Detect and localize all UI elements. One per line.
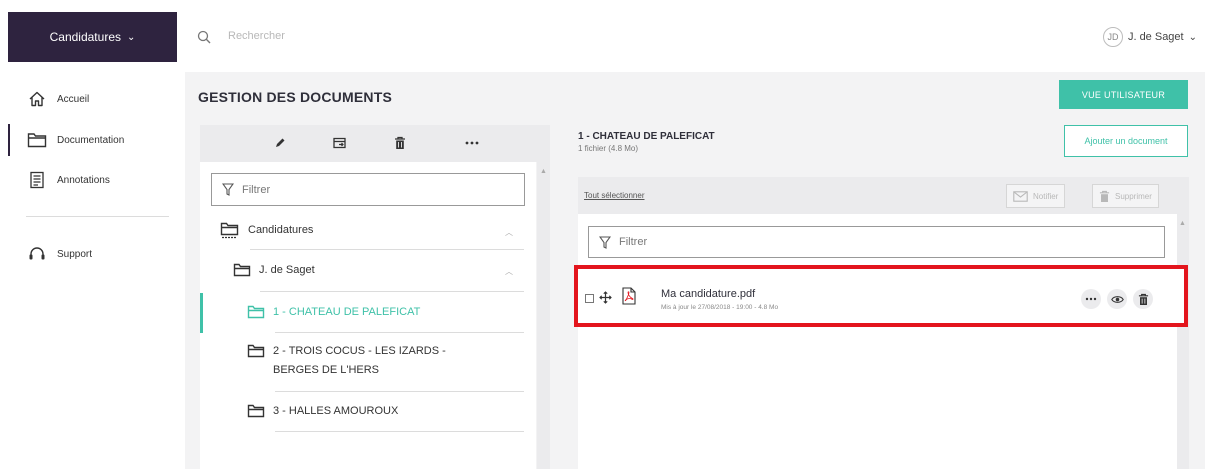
tree-node-label: 1 - CHATEAU DE PALEFICAT [273, 306, 421, 318]
select-all-link[interactable]: Tout sélectionner [584, 191, 644, 200]
selected-indicator [200, 293, 203, 333]
tree-node-chateau-de-paleficat[interactable]: 1 - CHATEAU DE PALEFICAT [247, 305, 420, 319]
document-checkbox[interactable] [585, 294, 594, 303]
tree-toolbar [200, 125, 550, 162]
envelope-icon [1013, 190, 1028, 202]
scroll-up-icon[interactable]: ▲ [540, 168, 547, 175]
tree-node-label: J. de Saget [259, 264, 315, 276]
document-name[interactable]: Ma candidature.pdf [661, 288, 755, 300]
notify-button[interactable]: Notifier [1006, 184, 1066, 208]
tree-node-halles-amouroux[interactable]: 3 - HALLES AMOUROUX [247, 404, 398, 418]
sidebar-item-label: Support [57, 248, 93, 260]
delete-selection-button[interactable]: Supprimer [1092, 184, 1159, 208]
divider [275, 332, 524, 333]
filter-icon [222, 183, 234, 196]
search-input[interactable] [228, 30, 528, 42]
divider [260, 291, 524, 292]
project-selector-label: Candidatures [49, 30, 121, 44]
pencil-icon[interactable] [270, 133, 290, 153]
divider [275, 431, 524, 432]
tree-node-trois-cocus[interactable]: 2 - TROIS COCUS - LES IZARDS - BERGES DE… [247, 344, 446, 380]
sidebar-item-accueil[interactable]: Accueil [0, 83, 185, 115]
notify-button-label: Notifier [1033, 191, 1059, 201]
delete-button-label: Supprimer [1115, 191, 1152, 201]
sidebar-item-label: Accueil [57, 93, 90, 105]
scroll-up-icon[interactable]: ▲ [1179, 220, 1186, 227]
filter-icon [599, 235, 611, 249]
notes-icon [26, 171, 48, 189]
tree-node-label-line: 2 - TROIS COCUS - LES IZARDS - [273, 345, 446, 357]
tree-filter-field[interactable] [211, 173, 525, 206]
sidebar-item-label: Annotations [57, 174, 110, 186]
trash-icon[interactable] [390, 133, 410, 153]
project-selector[interactable]: Candidatures ⌄ [8, 12, 177, 62]
folder-title: 1 - CHATEAU DE PALEFICAT [578, 131, 715, 142]
documents-filter-field[interactable] [588, 226, 1165, 258]
sidebar-item-label: Documentation [57, 134, 125, 146]
chevron-up-icon[interactable]: ︿ [505, 266, 513, 277]
folder-stack-icon [220, 222, 239, 239]
divider [275, 391, 524, 392]
sidebar: Candidatures ⌄ Accueil Documentation Ann… [0, 0, 185, 469]
tree-node-label: 2 - TROIS COCUS - LES IZARDS - BERGES DE… [273, 342, 446, 380]
tree-filter-input[interactable] [242, 183, 502, 196]
add-document-button[interactable]: Ajouter un document [1064, 125, 1188, 157]
tree-node-label: Candidatures [248, 224, 314, 236]
trash-icon[interactable] [1133, 289, 1153, 309]
sidebar-item-annotations[interactable]: Annotations [0, 164, 185, 196]
folder-icon [233, 263, 251, 277]
folder-open-icon [247, 305, 265, 319]
documents-scrollbar[interactable]: ▲ [1177, 214, 1189, 469]
move-folder-icon[interactable] [330, 133, 350, 153]
document-meta: Mis à jour le 27/08/2018 - 19:00 - 4.8 M… [661, 304, 779, 311]
tree-node-label: 3 - HALLES AMOUROUX [273, 405, 399, 417]
sidebar-item-documentation[interactable]: Documentation [0, 124, 185, 156]
folder-file-count: 1 fichier (4.8 Mo) [578, 144, 639, 153]
more-icon[interactable] [462, 133, 482, 153]
headset-icon [26, 245, 48, 263]
user-name: J. de Saget [1127, 31, 1184, 43]
chevron-down-icon: ⌄ [1188, 31, 1197, 43]
tree-node-candidatures[interactable]: Candidatures [220, 222, 313, 239]
documents-filter-input[interactable] [619, 236, 1119, 248]
tree-node-label-line: BERGES DE L'HERS [273, 364, 380, 376]
pdf-file-icon [622, 287, 636, 305]
divider [250, 249, 524, 250]
trash-icon [1099, 190, 1110, 203]
folder-icon [26, 131, 48, 149]
folder-icon [247, 404, 265, 418]
tree-scrollbar[interactable]: ▲ [537, 162, 550, 469]
chevron-down-icon: ⌄ [127, 31, 136, 43]
search-icon[interactable] [197, 30, 211, 49]
chevron-up-icon[interactable]: ︿ [505, 227, 513, 238]
drag-handle-icon[interactable] [599, 291, 612, 304]
user-menu[interactable]: JD J. de Saget ⌄ [1102, 27, 1197, 47]
sidebar-item-support[interactable]: Support [0, 238, 185, 270]
divider [26, 216, 169, 217]
user-view-button[interactable]: VUE UTILISATEUR [1059, 80, 1188, 109]
eye-icon[interactable] [1107, 289, 1127, 309]
more-icon[interactable] [1081, 289, 1101, 309]
avatar: JD [1102, 27, 1123, 47]
tree-node-user[interactable]: J. de Saget [233, 263, 315, 277]
folder-icon [247, 344, 265, 358]
home-icon [26, 90, 48, 108]
page-title: GESTION DES DOCUMENTS [198, 89, 392, 105]
